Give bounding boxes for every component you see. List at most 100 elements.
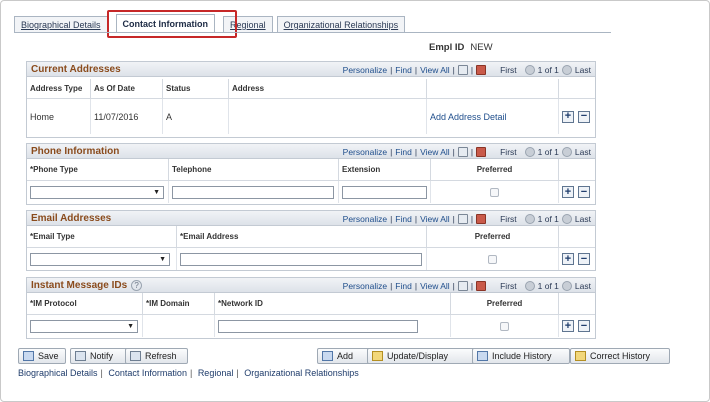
phone-type-select[interactable]: ▼ [30, 185, 164, 199]
table-row: ▼ + − [27, 315, 595, 337]
find-link[interactable]: Find [395, 65, 412, 75]
separator: | [390, 64, 393, 75]
delete-row-button[interactable]: − [578, 110, 590, 123]
view-all-link[interactable]: View All [420, 65, 450, 75]
separator: | [452, 280, 455, 291]
zoom-icon[interactable] [457, 213, 468, 224]
grid-navigation: Personalize | Find | View All | | First 1 o… [340, 211, 591, 226]
add-row-button[interactable]: + [562, 320, 574, 332]
col-address-type: Address Type [27, 79, 91, 98]
add-row-button[interactable]: + [562, 253, 574, 265]
notify-label: Notify [90, 351, 114, 361]
preferred-checkbox[interactable] [488, 254, 497, 264]
view-all-link[interactable]: View All [420, 147, 450, 157]
view-all-link[interactable]: View All [420, 281, 450, 291]
phone-information-grid: Phone Information Personalize | Find | Vie… [26, 143, 596, 205]
preferred-checkbox[interactable] [500, 321, 509, 331]
personalize-link[interactable]: Personalize [343, 65, 387, 75]
range-label: 1 of 1 [537, 64, 559, 75]
add-icon [322, 351, 333, 361]
help-icon[interactable]: ? [131, 279, 143, 291]
next-arrow-icon[interactable] [561, 146, 572, 157]
col-im-domain: *IM Domain [143, 293, 215, 314]
instant-message-ids-grid: Instant Message IDs ? Personalize | Find |… [26, 277, 596, 339]
download-icon[interactable] [476, 146, 487, 157]
empl-id-label: Empl ID [429, 42, 465, 53]
tab-underline [14, 32, 611, 33]
extension-input[interactable] [342, 185, 427, 199]
download-icon[interactable] [476, 64, 487, 75]
find-link[interactable]: Find [395, 147, 412, 157]
col-blank [427, 79, 559, 98]
next-arrow-icon[interactable] [561, 213, 572, 224]
refresh-label: Refresh [145, 351, 177, 361]
delete-row-button[interactable]: − [578, 253, 590, 265]
separator: | [470, 280, 474, 291]
update-display-button[interactable]: Update/Display [367, 348, 475, 364]
tab-contact-information[interactable]: Contact Information [115, 14, 216, 33]
prev-arrow-icon[interactable] [524, 280, 535, 291]
find-link[interactable]: Find [395, 281, 412, 291]
refresh-icon [130, 351, 141, 361]
col-network-id: *Network ID [215, 293, 451, 314]
zoom-icon[interactable] [457, 280, 468, 291]
delete-row-button[interactable]: − [578, 320, 590, 332]
column-header-row: *Phone Type Telephone Extension Preferre… [27, 159, 595, 181]
grid-header: Email Addresses Personalize | Find | View … [27, 211, 595, 226]
tab-biographical-details[interactable]: Biographical Details [14, 16, 108, 33]
last-label: Last [574, 280, 591, 291]
save-label: Save [38, 351, 59, 361]
col-preferred: Preferred [431, 159, 559, 180]
range-label: 1 of 1 [537, 146, 559, 157]
add-address-detail-link[interactable]: Add Address Detail [430, 112, 507, 122]
first-label: First [500, 280, 517, 291]
view-all-link[interactable]: View All [420, 214, 450, 224]
correct-history-icon [575, 351, 586, 361]
add-row-button[interactable]: + [562, 110, 574, 123]
tab-regional[interactable]: Regional [223, 16, 273, 33]
tab-organizational-relationships[interactable]: Organizational Relationships [276, 16, 406, 33]
find-link[interactable]: Find [395, 214, 412, 224]
col-status: Status [163, 79, 229, 98]
im-domain-cell [143, 315, 215, 337]
download-icon[interactable] [476, 280, 487, 291]
email-address-input[interactable] [180, 252, 422, 266]
personalize-link[interactable]: Personalize [343, 147, 387, 157]
personalize-link[interactable]: Personalize [343, 281, 387, 291]
row-actions: + − [559, 248, 595, 270]
footer-link-organizational-relationships[interactable]: Organizational Relationships [244, 368, 359, 378]
footer-links: Biographical Details | Contact Informatio… [18, 368, 359, 378]
prev-arrow-icon[interactable] [524, 64, 535, 75]
next-arrow-icon[interactable] [561, 280, 572, 291]
zoom-icon[interactable] [457, 64, 468, 75]
footer-link-contact-information[interactable]: Contact Information [108, 368, 187, 378]
include-history-button[interactable]: Include History [472, 348, 570, 364]
download-icon[interactable] [476, 213, 487, 224]
delete-row-button[interactable]: − [578, 186, 590, 198]
col-email-type: *Email Type [27, 226, 177, 247]
next-arrow-icon[interactable] [561, 64, 572, 75]
footer-link-regional[interactable]: Regional [198, 368, 234, 378]
im-protocol-select[interactable]: ▼ [30, 319, 138, 333]
refresh-button[interactable]: Refresh [125, 348, 188, 364]
separator: | [470, 213, 474, 224]
prev-arrow-icon[interactable] [524, 213, 535, 224]
telephone-input[interactable] [172, 185, 334, 199]
save-button[interactable]: Save [18, 348, 66, 364]
zoom-icon[interactable] [457, 146, 468, 157]
prev-arrow-icon[interactable] [524, 146, 535, 157]
grid-navigation: Personalize | Find | View All | | First 1 o… [340, 278, 591, 293]
preferred-checkbox[interactable] [490, 187, 499, 197]
col-address: Address [229, 79, 427, 98]
first-label: First [500, 213, 517, 224]
personalize-link[interactable]: Personalize [343, 214, 387, 224]
grid-title: Phone Information [31, 145, 120, 157]
separator: | [470, 64, 474, 75]
grid-navigation: Personalize | Find | View All | | First 1 o… [340, 62, 591, 77]
email-type-select[interactable]: ▼ [30, 252, 170, 266]
add-row-button[interactable]: + [562, 186, 574, 198]
correct-history-button[interactable]: Correct History [570, 348, 670, 364]
network-id-input[interactable] [218, 319, 418, 333]
separator: | [414, 213, 418, 224]
footer-link-biographical-details[interactable]: Biographical Details [18, 368, 98, 378]
